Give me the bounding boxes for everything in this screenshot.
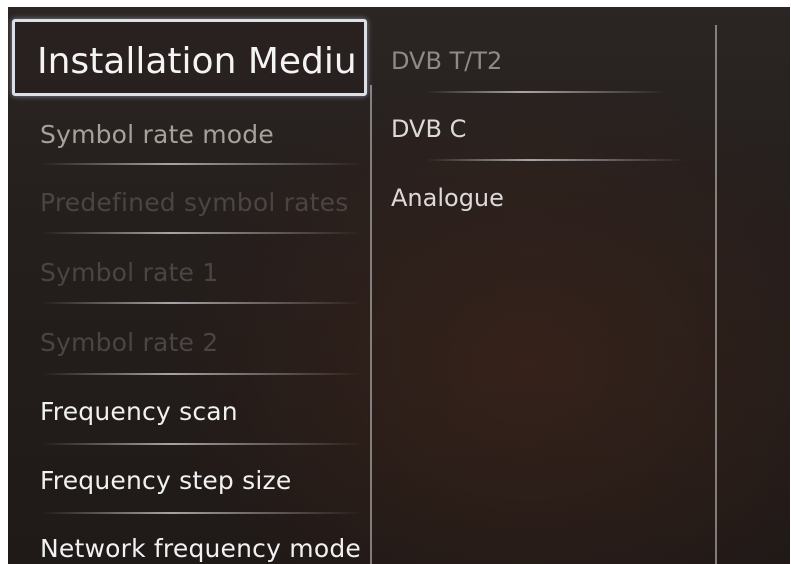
- menu-divider: [42, 163, 362, 165]
- menu-divider: [42, 232, 362, 234]
- menu-item-frequency-scan[interactable]: Frequency scan: [40, 397, 370, 426]
- column-separator-right: [715, 25, 717, 564]
- selected-menu-item-installation-medium[interactable]: Installation Mediu: [12, 19, 367, 96]
- tv-screen: Installation Mediu Symbol rate mode Pred…: [8, 7, 790, 564]
- installation-settings-menu: Installation Mediu Symbol rate mode Pred…: [8, 7, 370, 564]
- menu-divider: [42, 443, 362, 445]
- option-analogue[interactable]: Analogue: [391, 184, 504, 212]
- column-separator: [370, 85, 372, 564]
- menu-divider: [42, 302, 362, 304]
- menu-item-symbol-rate-1[interactable]: Symbol rate 1: [40, 258, 370, 287]
- menu-item-predefined-symbol-rates[interactable]: Predefined symbol rates: [40, 188, 370, 217]
- option-dvb-c[interactable]: DVB C: [391, 115, 466, 143]
- menu-divider: [42, 373, 362, 375]
- menu-item-network-frequency-mode[interactable]: Network frequency mode: [40, 534, 370, 563]
- option-divider: [426, 159, 686, 161]
- option-dvb-t-t2[interactable]: DVB T/T2: [391, 47, 502, 75]
- option-divider: [426, 91, 666, 93]
- selected-menu-item-label: Installation Mediu: [37, 41, 357, 82]
- menu-item-frequency-step-size[interactable]: Frequency step size: [40, 466, 370, 495]
- menu-item-symbol-rate-2[interactable]: Symbol rate 2: [40, 328, 370, 357]
- menu-divider: [42, 512, 362, 514]
- menu-item-symbol-rate-mode[interactable]: Symbol rate mode: [40, 120, 370, 149]
